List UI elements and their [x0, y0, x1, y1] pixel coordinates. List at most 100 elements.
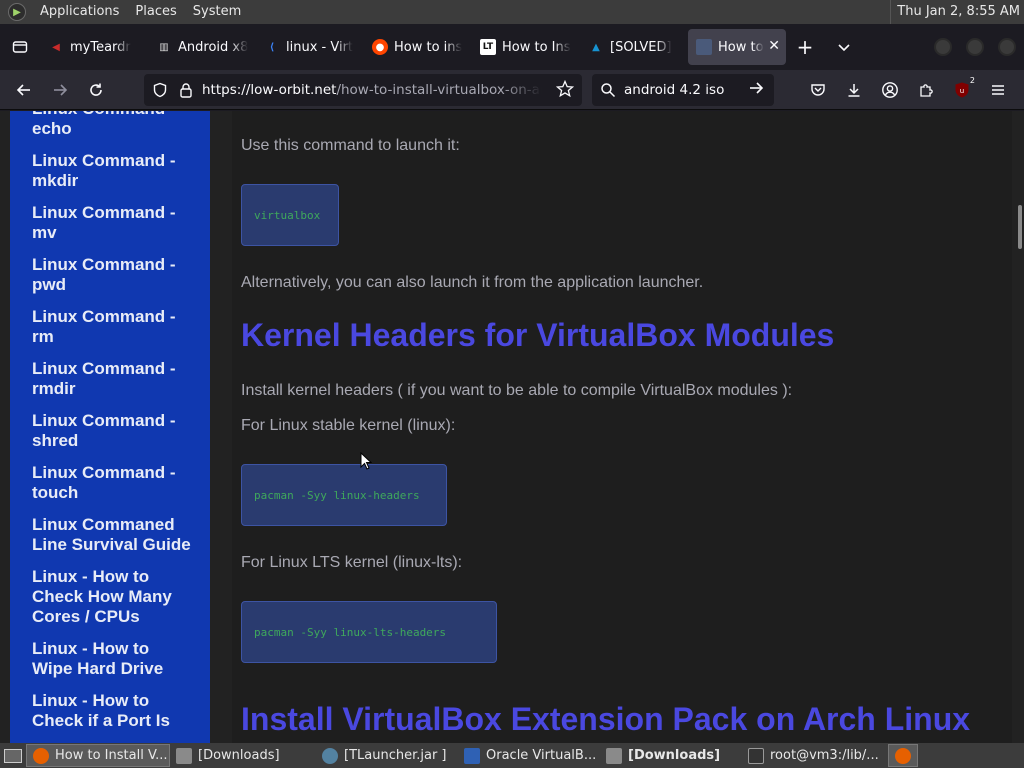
hamburger-menu-icon [992, 85, 1004, 95]
terminal-icon [748, 747, 764, 764]
search-bar[interactable]: android 4.2 iso [592, 74, 774, 106]
sidebar-link[interactable]: Linux Command - shred [32, 411, 192, 451]
new-tab-button[interactable]: + [786, 29, 824, 65]
tab-strip: ◀ myTeardr ▥ Android x8 ⟨ linux - Virt ●… [0, 24, 1024, 70]
bracket-icon: ⟨ [269, 41, 275, 53]
alt-paragraph: Alternatively, you can also launch it fr… [241, 274, 704, 291]
code-block: pacman -Syy linux-lts-headers [241, 601, 497, 663]
top-panel: ▶ Applications Places System Thu Jan 2, … [0, 0, 1024, 24]
back-button[interactable] [6, 74, 42, 106]
page-icon [696, 39, 712, 55]
account-icon [882, 82, 898, 98]
task-label: [TLauncher.jar ] [344, 748, 447, 763]
tab-active[interactable]: How to ✕ [688, 29, 786, 65]
tab-title: [SOLVED] [610, 39, 672, 55]
distro-logo-icon[interactable]: ▶ [8, 3, 26, 21]
system-menu[interactable]: System [185, 0, 249, 24]
tab-6[interactable]: ▲ [SOLVED] [580, 29, 688, 65]
notification-badge: 2 [969, 76, 975, 85]
code-block: pacman -Syy linux-headers [241, 464, 447, 526]
tab-4[interactable]: ● How to ins [364, 29, 472, 65]
tab-2[interactable]: ▥ Android x8 [148, 29, 256, 65]
toolbar-right: u 2 [800, 74, 1016, 106]
bookmark-star-icon[interactable] [555, 79, 575, 102]
sidebar-link[interactable]: Linux Command - mkdir [32, 151, 192, 191]
sidebar-link[interactable]: Linux Command - rm [32, 307, 192, 347]
search-input[interactable]: android 4.2 iso [624, 82, 724, 98]
extensions-button[interactable] [908, 74, 944, 106]
stable-paragraph: For Linux stable kernel (linux): [241, 417, 456, 434]
tab-title: How to ins [394, 39, 463, 55]
sidebar-link[interactable]: Linux Commaned Line Survival Guide [32, 515, 192, 555]
java-icon [322, 747, 338, 764]
search-icon [601, 83, 616, 98]
reload-button[interactable] [78, 74, 114, 106]
close-window-button[interactable] [998, 38, 1016, 56]
shield-icon[interactable] [144, 82, 176, 98]
task-downloads[interactable]: [Downloads] [170, 744, 316, 767]
folder-icon [176, 747, 192, 764]
arch-icon: ▲ [592, 41, 600, 53]
pocket-button[interactable] [800, 74, 836, 106]
pocket-icon [811, 84, 825, 96]
page-scrollbar[interactable] [1018, 205, 1022, 249]
workspace-switcher[interactable] [888, 744, 918, 767]
nav-bar: https://low-orbit.net/how-to-install-vir… [0, 70, 1024, 110]
forward-button[interactable] [42, 74, 78, 106]
account-button[interactable] [872, 74, 908, 106]
sidebar-link[interactable]: Linux Command - pwd [32, 255, 192, 295]
taskbar: How to Install V... [Downloads] [TLaunch… [0, 743, 1024, 768]
url-bar[interactable]: https://low-orbit.net/how-to-install-vir… [144, 74, 582, 106]
sidebar-link[interactable]: Linux - How to Wipe Hard Drive [32, 639, 192, 679]
maximize-button[interactable] [966, 38, 984, 56]
app-menu-button[interactable] [980, 74, 1016, 106]
url-text[interactable]: https://low-orbit.net/how-to-install-vir… [202, 82, 542, 98]
tab-1[interactable]: ◀ myTeardr [40, 29, 148, 65]
window-controls [934, 38, 1016, 56]
chevron-down-icon [838, 44, 850, 52]
arrow-right-icon [750, 82, 764, 94]
close-icon[interactable]: ✕ [768, 38, 780, 54]
heading-kernel-headers: Kernel Headers for VirtualBox Modules [241, 317, 835, 353]
virtualbox-icon [464, 747, 480, 764]
task-downloads-2[interactable]: [Downloads] [600, 744, 742, 767]
puzzle-icon [920, 84, 933, 97]
places-menu[interactable]: Places [127, 0, 184, 24]
tab-3[interactable]: ⟨ linux - Virt [256, 29, 364, 65]
heading-extension-pack: Install VirtualBox Extension Pack on Arc… [241, 701, 971, 737]
reddit-icon: ● [372, 39, 388, 55]
search-go-button[interactable] [748, 80, 764, 100]
tab-5[interactable]: LT How to Ins [472, 29, 580, 65]
sidebar-link[interactable]: Linux Command - touch [32, 463, 192, 503]
sidebar-link[interactable]: Linux Command - rmdir [32, 359, 192, 399]
code-block: virtualbox [241, 184, 339, 246]
launch-paragraph: Use this command to launch it: [241, 137, 460, 154]
lock-icon[interactable] [176, 82, 196, 98]
sidebar-link[interactable]: Linux Command - mv [32, 203, 192, 243]
task-virtualbox[interactable]: Oracle VirtualB... [458, 744, 600, 767]
arrow-right-icon [54, 83, 68, 96]
lt-icon: LT [480, 39, 496, 55]
sidebar-link[interactable]: Linux - How to Check How Many Cores / CP… [32, 567, 192, 627]
svg-text:u: u [960, 87, 964, 95]
minimize-button[interactable] [934, 38, 952, 56]
firefox-view-button[interactable] [0, 24, 40, 70]
tab-title: How to Ins [502, 39, 571, 55]
task-label: [Downloads] [628, 748, 721, 763]
ublock-button[interactable]: u 2 [944, 74, 980, 106]
clock[interactable]: Thu Jan 2, 8:55 AM [890, 0, 1020, 24]
list-all-tabs-button[interactable] [824, 29, 864, 65]
task-label: [Downloads] [198, 748, 280, 763]
downloads-button[interactable] [836, 74, 872, 106]
task-firefox[interactable]: How to Install V... [26, 744, 170, 767]
tab-title: Android x8 [178, 39, 248, 55]
sidebar-list: Linux Command - echo Linux Command - mkd… [10, 111, 210, 731]
archive-icon: ▥ [159, 41, 169, 53]
firefox-icon [33, 747, 49, 764]
applications-menu[interactable]: Applications [32, 0, 127, 24]
sidebar-link[interactable]: Linux Command - echo [32, 111, 192, 139]
task-terminal[interactable]: root@vm3:/lib/... [742, 744, 888, 767]
show-desktop-button[interactable] [0, 744, 26, 767]
task-tlauncher[interactable]: [TLauncher.jar ] [316, 744, 458, 767]
sidebar-link[interactable]: Linux - How to Check if a Port Is [32, 691, 192, 731]
